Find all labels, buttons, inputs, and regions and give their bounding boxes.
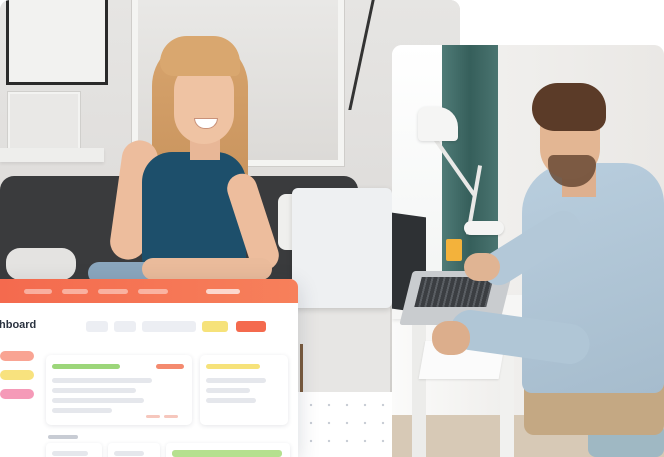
sidebar-pill xyxy=(0,370,34,380)
mini-card-line xyxy=(52,451,88,456)
mini-card-line xyxy=(114,451,144,456)
picture-frame xyxy=(8,92,80,156)
panel-text-line xyxy=(206,388,250,393)
man-writing-photo xyxy=(392,45,664,457)
table-leg xyxy=(300,344,303,392)
panel-tag-bar xyxy=(156,364,184,369)
panel-text-line xyxy=(52,408,112,413)
cushion xyxy=(6,248,76,280)
dot-pattern-decoration xyxy=(298,392,393,457)
man-hand xyxy=(432,321,470,355)
desk-lamp-base xyxy=(464,221,504,235)
dashboard-sidebar xyxy=(0,351,36,408)
laptop-keyboard xyxy=(414,277,494,307)
nav-item xyxy=(98,288,128,294)
woman-top xyxy=(142,152,246,270)
man-hair xyxy=(532,83,606,131)
header-filter-chip xyxy=(86,321,108,332)
desk-leg xyxy=(412,319,426,457)
panel-text-line xyxy=(52,388,136,393)
dashboard-preview-card: hboard xyxy=(0,279,298,457)
dashboard-panel xyxy=(46,355,192,425)
panel-text-line xyxy=(206,378,266,383)
nav-item xyxy=(206,288,240,294)
panel-heading-bar xyxy=(52,364,120,369)
sidebar-pill xyxy=(0,351,34,361)
panel-text-line xyxy=(52,398,144,403)
woman-forearm xyxy=(142,258,272,280)
dashboard-mini-card xyxy=(108,443,160,457)
juice-glass xyxy=(446,239,462,261)
dashboard-panel xyxy=(200,355,288,425)
dashboard-top-nav xyxy=(0,279,298,303)
panel-text-line xyxy=(52,378,152,383)
panel-heading-bar xyxy=(206,364,260,369)
header-filter-chip xyxy=(114,321,136,332)
dashboard-mini-card xyxy=(166,443,290,457)
nav-item xyxy=(62,288,88,294)
dashboard-mini-card xyxy=(46,443,102,457)
picture-frame xyxy=(6,0,108,85)
sidebar-pill xyxy=(0,389,34,399)
section-label-bar xyxy=(48,435,78,439)
header-search-placeholder xyxy=(142,321,196,332)
nav-item xyxy=(138,288,168,294)
nav-item xyxy=(24,288,52,294)
header-action-chip xyxy=(202,321,228,332)
coffee-table xyxy=(290,300,390,392)
dashboard-header: hboard xyxy=(0,317,298,337)
man-hand xyxy=(464,253,500,281)
laptop xyxy=(292,188,392,308)
dashboard-title: hboard xyxy=(0,319,37,331)
mini-card-progress xyxy=(172,450,282,457)
panel-footer-mark xyxy=(146,415,160,418)
panel-footer-mark xyxy=(164,415,178,418)
panel-text-line xyxy=(206,398,256,403)
wall-shelf xyxy=(0,148,104,162)
woman-hair xyxy=(160,36,240,76)
desk-lamp-head xyxy=(418,107,458,141)
header-primary-chip xyxy=(236,321,266,332)
